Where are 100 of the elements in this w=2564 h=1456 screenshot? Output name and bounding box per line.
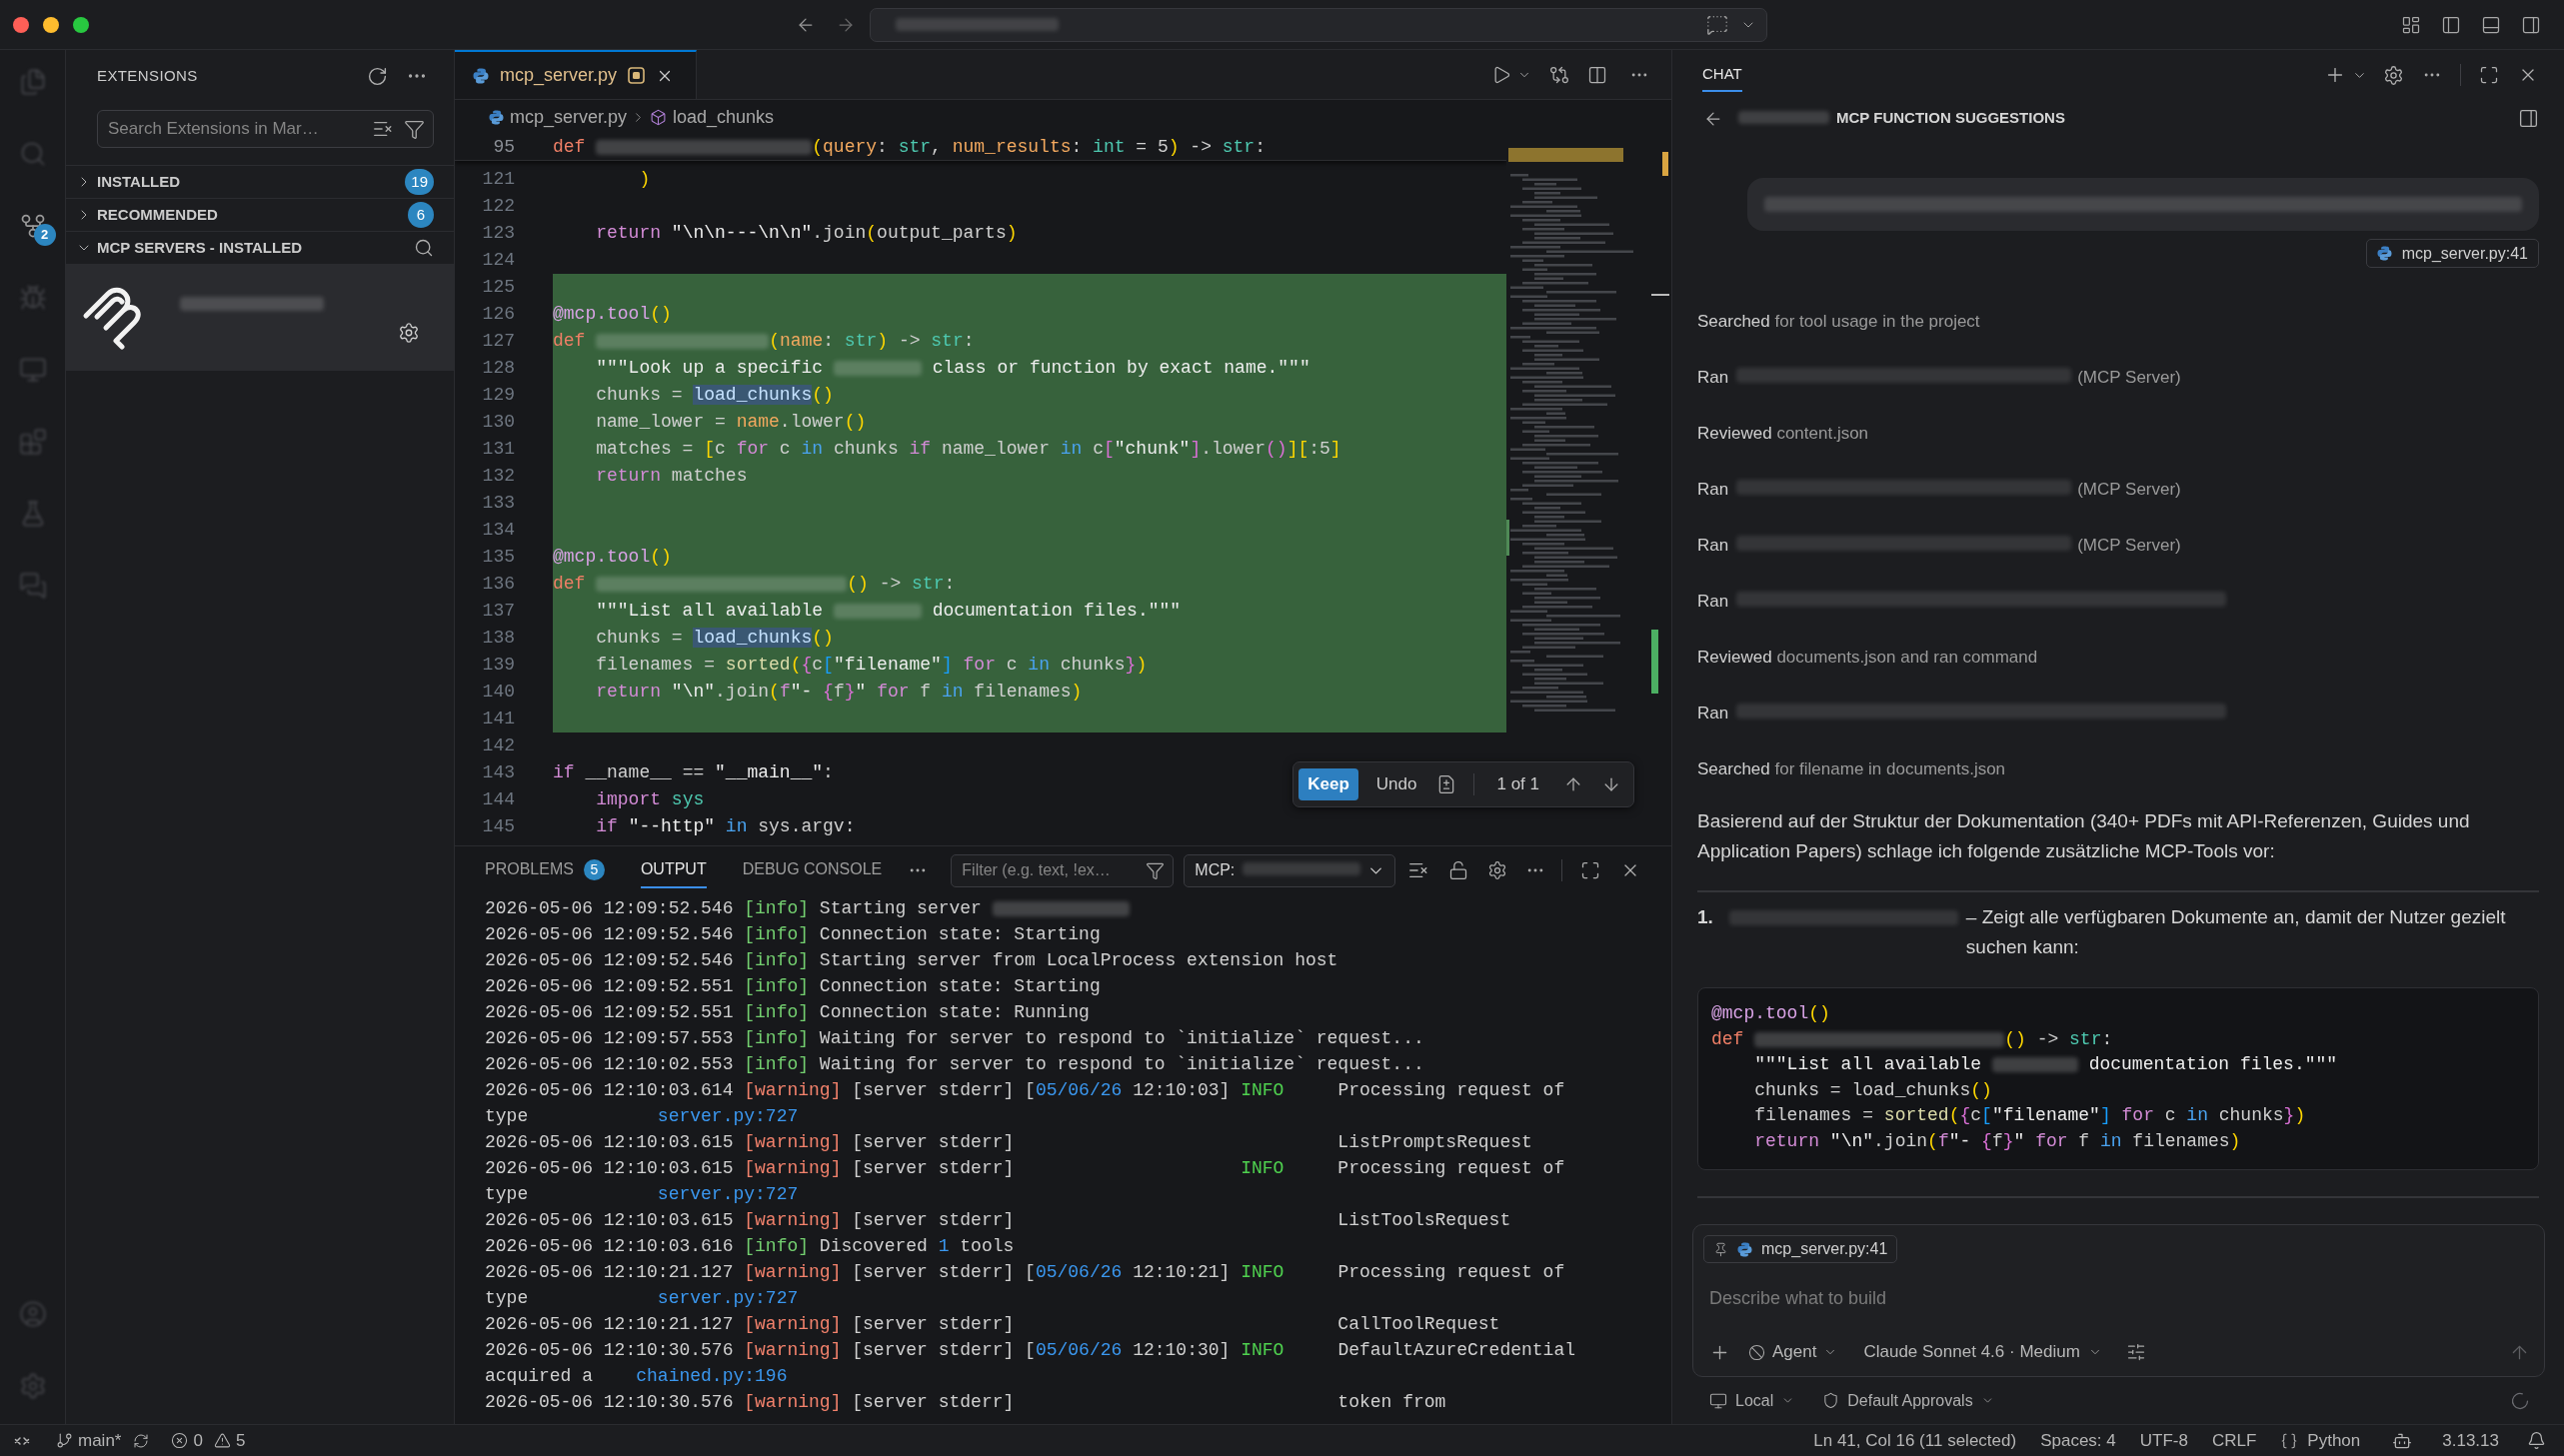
code-line: if __name__ == "__main__":: [553, 761, 834, 784]
line-number: 133: [482, 492, 515, 515]
code-line: documentation files.""": [931, 600, 1182, 623]
refresh-icon[interactable]: [367, 65, 388, 87]
line-number: 131: [482, 438, 515, 461]
undo-button[interactable]: Undo: [1367, 768, 1425, 800]
layout-icon[interactable]: [2401, 14, 2421, 35]
split-editor-icon[interactable]: [1587, 64, 1607, 85]
output-channel-dropdown[interactable]: MCP:: [1184, 853, 1396, 887]
code-line: def: [553, 330, 587, 353]
code-line: return "\n\n---\n\n".join(output_parts): [595, 222, 1018, 245]
breadcrumb-item[interactable]: mcp_server.py: [489, 103, 628, 131]
list-item-text: – Zeigt alle verfügbaren Dokumente an, damit der Nutzer gezielt suchen kann:: [1965, 905, 2507, 959]
count-badge: 6: [408, 202, 434, 228]
sync-icon[interactable]: [133, 1432, 150, 1449]
gear-icon[interactable]: [1487, 860, 1508, 880]
location-picker[interactable]: Local: [1709, 1388, 1795, 1413]
server-logo-icon: [82, 286, 142, 350]
server-list-item[interactable]: [66, 264, 454, 371]
code-line: () -> str:: [2004, 1027, 2113, 1051]
code-line: import sys: [595, 788, 705, 811]
branch-status[interactable]: main*: [56, 1427, 122, 1454]
gear-icon[interactable]: [398, 322, 420, 344]
list-number: 1.: [1697, 905, 1713, 929]
compare-icon[interactable]: [1549, 64, 1569, 85]
code-line: @mcp.tool(): [1711, 1002, 1830, 1026]
code-line: chunks = load_chunks(): [595, 627, 834, 650]
section-header[interactable]: INSTALLED 19: [66, 165, 454, 198]
line-number: 138: [482, 627, 515, 650]
status-item[interactable]: Python: [2280, 1427, 2361, 1454]
error-count: 0: [193, 1429, 203, 1452]
attachment-chip[interactable]: mcp_server.py:41: [1703, 1235, 1898, 1263]
keep-button[interactable]: Keep: [1298, 768, 1358, 800]
log-line: 2026-05-06 12:10:30.576 [warning] [server stderr] [05/06/26 12:10:30] INFO DefaultAzureCredential: [485, 1338, 1576, 1362]
file-type-icon: [473, 67, 489, 84]
log-line: 2026-05-06 12:10:02.553 [info] Waiting for server to respond to `initialize` request...: [485, 1052, 1424, 1076]
sliders-icon[interactable]: [2125, 1342, 2146, 1362]
section-header[interactable]: RECOMMENDED 6: [66, 198, 454, 231]
log-line: 2026-05-06 12:09:52.546 [info] Connection state: Starting: [485, 922, 1101, 946]
line-number: 128: [482, 357, 515, 380]
code-line: name_lower = name.lower(): [595, 411, 867, 434]
gear-icon[interactable]: [2383, 64, 2404, 86]
filter-icon[interactable]: [404, 118, 425, 140]
filter-icon[interactable]: [1146, 860, 1166, 880]
line-number: 132: [482, 465, 515, 488]
filter-input[interactable]: Filter (e.g. text, !ex…: [962, 854, 1143, 886]
lock-open-icon[interactable]: [1448, 860, 1469, 880]
problems-status[interactable]: 0 5: [171, 1427, 246, 1454]
close-window-icon[interactable]: [13, 16, 29, 33]
line-number: 143: [482, 761, 515, 784]
breadcrumb-item[interactable]: load_chunks: [650, 103, 775, 131]
editor-tab[interactable]: mcp_server.py: [455, 50, 698, 99]
model-picker[interactable]: Claude Sonnet 4.6 · Medium: [1863, 1339, 2102, 1365]
panel-tab[interactable]: OUTPUT: [640, 852, 707, 888]
search-icon[interactable]: [414, 238, 434, 258]
status-item[interactable]: CRLF: [2211, 1427, 2257, 1454]
line-number: 140: [482, 681, 515, 704]
line-number: 134: [482, 519, 515, 542]
progress-step-verb: Ran: [1697, 367, 1729, 390]
minimize-window-icon[interactable]: [43, 16, 59, 33]
status-item[interactable]: 3.13.13: [2442, 1427, 2499, 1454]
search-field[interactable]: Search Extensions in Mar…: [97, 110, 434, 148]
panel-right-icon[interactable]: [2521, 14, 2541, 35]
code-line: documentation files.""": [2087, 1053, 2338, 1077]
code-line: () -> str:: [847, 573, 956, 596]
approvals-picker[interactable]: Default Approvals: [1822, 1388, 1994, 1413]
status-item[interactable]: Ln 41, Col 16 (11 selected): [1813, 1427, 2017, 1454]
log-line: type server.py:727: [485, 1286, 799, 1310]
code-line: chunks = load_chunks(): [595, 384, 834, 407]
log-line: 2026-05-06 12:10:03.615 [warning] [server stderr] ListPromptsRequest: [485, 1130, 1532, 1154]
progress-step-detail: (MCP Server): [2077, 479, 2181, 502]
search-input[interactable]: Search Extensions in Mar…: [108, 111, 366, 147]
message-input[interactable]: Describe what to build: [1709, 1283, 2209, 1313]
chat-icon[interactable]: [1706, 13, 1728, 36]
status-item[interactable]: Spaces: 4: [2040, 1427, 2116, 1454]
line-number: 141: [482, 708, 515, 730]
filter-field[interactable]: Filter (e.g. text, !ex…: [951, 853, 1175, 887]
progress-step-detail: (MCP Server): [2077, 535, 2181, 558]
status-item[interactable]: UTF-8: [2139, 1427, 2188, 1454]
panel-tab[interactable]: DEBUG CONSOLE: [742, 852, 883, 888]
mode-picker[interactable]: Agent: [1748, 1339, 1838, 1365]
log-line: 2026-05-06 12:10:21.127 [warning] [server stderr] [05/06/26 12:10:21] INFO Processing request of: [485, 1260, 1565, 1284]
line-number: 130: [482, 411, 515, 434]
panel-bottom-icon[interactable]: [2481, 14, 2501, 35]
line-number: 142: [482, 734, 515, 757]
pin-icon[interactable]: [1713, 1241, 1728, 1257]
log-line: 2026-05-06 12:09:57.553 [info] Waiting for server to respond to `initialize` request...: [485, 1026, 1424, 1050]
panel-left-icon[interactable]: [2441, 14, 2461, 35]
bell-icon[interactable]: [2527, 1431, 2546, 1450]
log-line: 2026-05-06 12:09:52.551 [info] Connection state: Running: [485, 1000, 1090, 1024]
maximize-icon[interactable]: [1580, 860, 1601, 880]
braces-icon: [2280, 1431, 2299, 1450]
attachment-chip[interactable]: mcp_server.py:41: [2365, 239, 2539, 268]
panel-tab[interactable]: PROBLEMS 5: [485, 852, 605, 888]
warning-icon: [213, 1432, 231, 1449]
panel-right-icon[interactable]: [2518, 108, 2539, 129]
maximize-window-icon[interactable]: [73, 16, 89, 33]
maximize-icon[interactable]: [2479, 65, 2499, 85]
chat-tab[interactable]: CHAT: [1702, 58, 1742, 92]
log-line: type server.py:727: [485, 1104, 799, 1128]
